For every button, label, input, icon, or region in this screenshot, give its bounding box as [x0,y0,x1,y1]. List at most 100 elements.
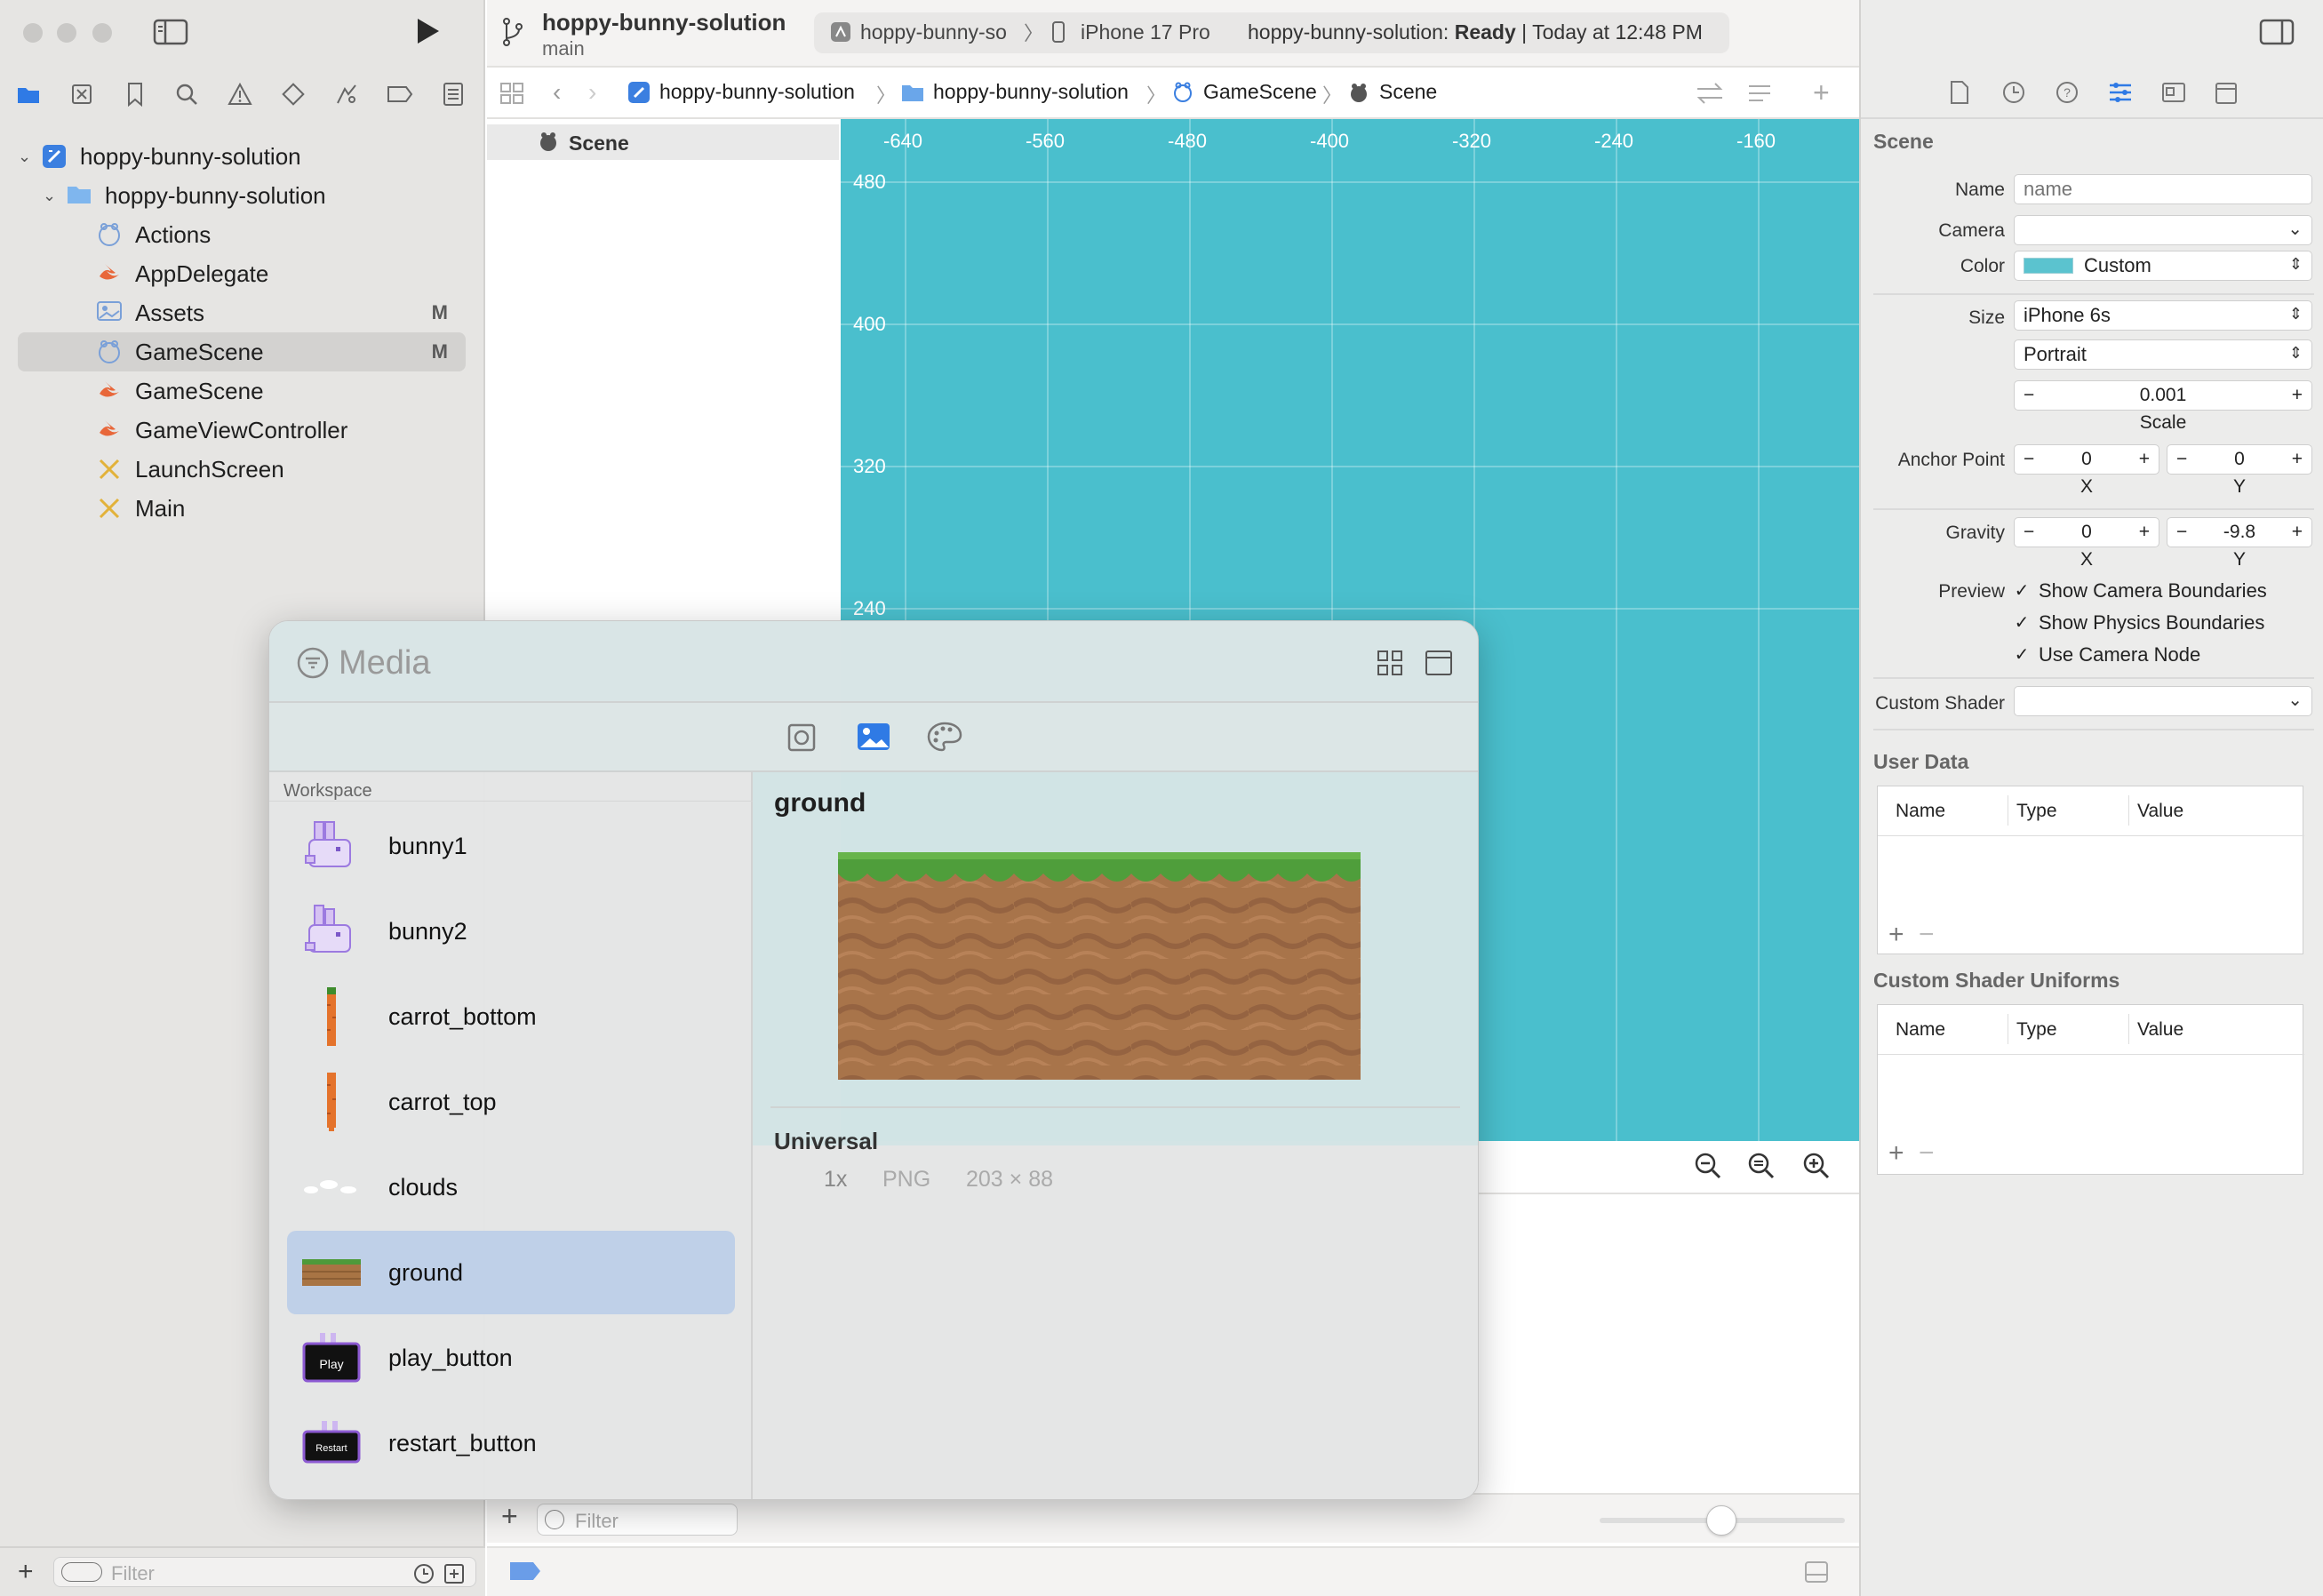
increment-icon[interactable]: + [2292,522,2303,543]
swap-icon[interactable] [1696,82,1724,105]
decrement-icon[interactable]: − [2024,449,2034,470]
tree-item-gameviewcontroller[interactable]: GameViewController [96,411,466,450]
media-item-bunny2[interactable]: bunny2 [287,890,735,973]
scene-filter-field[interactable]: Filter [537,1504,738,1536]
run-destination[interactable]: iPhone 17 Pro [1081,20,1210,44]
zoom-out-icon[interactable] [1694,1152,1722,1180]
increment-icon[interactable]: + [2139,449,2150,470]
folder-icon[interactable] [12,78,44,110]
decrement-icon[interactable]: − [2024,385,2034,406]
increment-icon[interactable]: + [2139,522,2150,543]
media-item-restart-button[interactable]: Restart restart_button [287,1401,735,1485]
editor-options-icon[interactable] [1747,84,1772,103]
orientation-popup[interactable]: Portrait ⇕ [2014,339,2312,370]
help-icon[interactable]: ? [2055,80,2080,105]
source-control-filter-icon[interactable] [443,1563,465,1584]
navigator-filter-field[interactable]: Filter [53,1557,476,1587]
breadcrumb-scene[interactable]: Scene [1347,80,1437,104]
media-item-ground[interactable]: ground [287,1231,735,1314]
tree-item-project[interactable]: ⌄ hoppy-bunny-solution [18,137,466,176]
add-row-icon[interactable]: + [1888,1138,1904,1169]
tree-item-assets[interactable]: Assets M [96,293,466,332]
add-row-icon[interactable]: + [1888,920,1904,950]
grid-view-icon[interactable] [1377,650,1403,676]
remove-row-icon[interactable]: − [1919,920,1935,950]
back-icon[interactable]: ‹ [553,78,561,107]
add-editor-icon[interactable]: + [1813,76,1830,109]
tree-item-launchscreen[interactable]: LaunchScreen [96,450,466,489]
close-window-button[interactable] [23,23,43,43]
run-icon[interactable] [414,16,441,46]
find-icon[interactable] [171,78,203,110]
media-library-icon[interactable] [856,721,891,753]
test-icon[interactable] [277,78,309,110]
media-item-play-button[interactable]: Play play_button [287,1316,735,1400]
attributes-inspector-icon[interactable] [2108,80,2133,105]
media-item-bunny1[interactable]: bunny1 [287,804,735,888]
hide-debug-area-icon[interactable] [1804,1560,1829,1584]
minimize-window-button[interactable] [57,23,76,43]
camera-popup[interactable]: ⌄ [2014,215,2312,245]
custom-class-icon[interactable] [2161,82,2186,103]
tree-item-gamescene-swift[interactable]: GameScene [96,371,466,411]
tree-item-main[interactable]: Main [96,489,466,528]
sidebar-toggle-icon[interactable] [153,18,188,46]
tree-item-actions[interactable]: Actions [96,215,466,254]
media-item-clouds[interactable]: clouds [287,1145,735,1229]
breadcrumb-project[interactable]: hoppy-bunny-solution [627,80,855,104]
increment-icon[interactable]: + [2292,449,2303,470]
bookmark-icon[interactable] [119,78,151,110]
tree-item-group[interactable]: ⌄ hoppy-bunny-solution [43,176,466,215]
decrement-icon[interactable]: − [2176,522,2187,543]
remove-row-icon[interactable]: − [1919,1138,1935,1169]
source-control-icon[interactable] [66,78,98,110]
objects-library-icon[interactable] [786,722,817,753]
decrement-icon[interactable]: − [2176,449,2187,470]
show-physics-boundaries-checkbox[interactable]: ✓ Show Physics Boundaries [2012,611,2265,634]
color-popup[interactable]: Custom ⇕ [2014,251,2312,281]
media-item-carrot-top[interactable]: carrot_top [287,1060,735,1144]
gravity-x-stepper[interactable]: − 0 + [2014,517,2159,547]
use-camera-node-checkbox[interactable]: ✓ Use Camera Node [2012,643,2201,666]
warning-icon[interactable] [224,78,256,110]
recent-files-icon[interactable] [413,1563,435,1584]
breadcrumb-file[interactable]: GameScene [1171,80,1317,104]
chevron-down-icon[interactable]: ⌄ [18,148,41,166]
breadcrumb-group[interactable]: hoppy-bunny-solution [901,80,1129,104]
forward-icon[interactable]: › [588,78,596,107]
user-data-table[interactable]: Name Type Value + − [1877,786,2304,954]
detail-view-icon[interactable] [1425,650,1453,676]
add-node-icon[interactable]: + [501,1500,518,1533]
decrement-icon[interactable]: − [2024,522,2034,543]
inspector-toggle-icon[interactable] [2259,18,2295,46]
gravity-y-stepper[interactable]: − -9.8 + [2167,517,2312,547]
anchor-y-stepper[interactable]: − 0 + [2167,444,2312,475]
add-icon[interactable]: + [18,1557,34,1587]
zoom-window-button[interactable] [92,23,112,43]
color-library-icon[interactable] [927,721,962,753]
filter-icon[interactable] [296,646,330,680]
file-inspector-icon[interactable] [1950,80,1969,105]
media-item-carrot-bottom[interactable]: carrot_bottom [287,975,735,1058]
tree-item-appdelegate[interactable]: AppDelegate [96,254,466,293]
debug-icon[interactable] [331,78,363,110]
zoom-actual-size-icon[interactable] [1747,1152,1776,1180]
size-popup[interactable]: iPhone 6s ⇕ [2014,300,2312,331]
breakpoints-toggle-icon[interactable] [508,1560,542,1582]
scale-stepper[interactable]: − 0.001 + [2014,380,2312,411]
zoom-in-icon[interactable] [1802,1152,1831,1180]
size-inspector-icon[interactable] [2215,80,2238,105]
history-icon[interactable] [2001,80,2026,105]
chevron-down-icon[interactable]: ⌄ [43,187,66,205]
breakpoint-icon[interactable] [384,78,416,110]
increment-icon[interactable]: + [2292,385,2303,406]
tree-item-gamescene-sks[interactable]: GameScene M [18,332,466,371]
show-camera-boundaries-checkbox[interactable]: ✓ Show Camera Boundaries [2012,579,2267,602]
name-field[interactable] [2014,174,2312,204]
scheme-selector[interactable]: hoppy-bunny-so [860,20,1029,44]
anchor-x-stepper[interactable]: − 0 + [2014,444,2159,475]
related-items-icon[interactable] [499,82,524,105]
report-icon[interactable] [437,78,469,110]
uniforms-table[interactable]: Name Type Value + − [1877,1004,2304,1175]
custom-shader-popup[interactable]: ⌄ [2014,686,2312,716]
